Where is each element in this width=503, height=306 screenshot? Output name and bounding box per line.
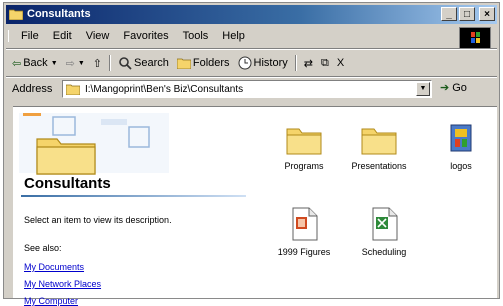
chevron-down-icon: ▼ (50, 59, 58, 67)
file-item-presentations[interactable]: Presentations (346, 125, 412, 171)
folders-icon (176, 58, 191, 69)
copy-to-button[interactable]: ⧉ (317, 57, 333, 70)
file-label: Programs (284, 161, 324, 171)
folders-button[interactable]: Folders (173, 57, 234, 69)
window-controls: _ □ × (441, 7, 495, 21)
file-label: Presentations (351, 161, 407, 171)
folder-banner-icon (19, 113, 169, 175)
history-icon (238, 56, 252, 70)
go-button[interactable]: ➔ Go (440, 81, 467, 95)
file-item-logos[interactable]: logos (431, 123, 491, 171)
move-to-icon: ⇄ (303, 57, 313, 70)
history-label: History (253, 57, 288, 69)
folder-icon (361, 128, 397, 155)
back-label: Back (23, 57, 48, 69)
move-to-button[interactable]: ⇄ (300, 57, 317, 70)
menu-edit[interactable]: Edit (46, 30, 79, 42)
excel-document-icon (372, 207, 398, 241)
menu-view[interactable]: View (79, 30, 117, 42)
file-label: logos (450, 161, 472, 171)
delete-button[interactable]: X (333, 57, 348, 69)
explorer-window: Consultants _ □ × File Edit View Favorit… (3, 2, 500, 306)
address-label: Address (12, 83, 53, 95)
link-my-network-places[interactable]: My Network Places (24, 279, 101, 289)
copy-to-icon: ⧉ (321, 56, 329, 69)
back-arrow-icon: ⇦ (12, 57, 22, 70)
folder-icon (9, 9, 23, 20)
window-title: Consultants (27, 8, 91, 20)
title-bar[interactable]: Consultants _ □ × (6, 5, 497, 24)
menu-bar: File Edit View Favorites Tools Help (8, 27, 459, 45)
menu-tools[interactable]: Tools (176, 30, 216, 42)
application-icon (450, 124, 472, 152)
chevron-down-icon: ▼ (77, 59, 85, 67)
close-button[interactable]: × (479, 7, 495, 21)
link-my-computer[interactable]: My Computer (24, 296, 78, 306)
toolbar-separator (109, 55, 111, 71)
folder-icon (66, 84, 80, 95)
file-label: 1999 Figures (277, 247, 331, 257)
delete-icon: X (336, 57, 345, 69)
folder-title: Consultants (24, 175, 111, 192)
go-label: Go (452, 81, 467, 94)
address-field[interactable]: I:\Mangoprint\Ben's Biz\Consultants ▼ (62, 80, 432, 98)
link-my-documents[interactable]: My Documents (24, 262, 84, 272)
chevron-down-icon[interactable]: ▼ (416, 82, 430, 96)
history-button[interactable]: History (234, 56, 292, 70)
file-item-1999-figures[interactable]: 1999 Figures (271, 207, 337, 257)
powerpoint-document-icon (292, 207, 318, 241)
go-arrow-icon: ➔ (440, 82, 450, 94)
minimize-button[interactable]: _ (441, 7, 457, 21)
toolbar-separator (294, 55, 297, 71)
title-divider (21, 195, 246, 197)
menu-file[interactable]: File (8, 30, 46, 42)
up-folder-icon: ⇧ (92, 57, 102, 70)
separator (6, 48, 497, 50)
file-label: Scheduling (361, 247, 407, 257)
menu-help[interactable]: Help (215, 30, 252, 42)
standard-toolbar: ⇦ Back ▼ ⇨ ▼ ⇧ Search Folders History ⇄ … (8, 52, 495, 74)
folder-content-area: Consultants Select an item to view its d… (13, 106, 497, 306)
back-button[interactable]: ⇦ Back ▼ (8, 57, 62, 70)
maximize-button[interactable]: □ (459, 7, 475, 21)
search-icon (119, 57, 132, 70)
file-item-programs[interactable]: Programs (271, 125, 337, 171)
folder-icon (286, 128, 322, 155)
address-bar: Address I:\Mangoprint\Ben's Biz\Consulta… (8, 79, 495, 101)
up-button[interactable]: ⇧ (89, 57, 106, 70)
address-path: I:\Mangoprint\Ben's Biz\Consultants (85, 84, 244, 95)
windows-logo-icon (459, 27, 491, 49)
file-item-scheduling[interactable]: Scheduling (351, 207, 417, 257)
forward-button[interactable]: ⇨ ▼ (62, 57, 89, 70)
search-label: Search (134, 57, 169, 69)
description-text: Select an item to view its description. (24, 215, 172, 225)
forward-arrow-icon: ⇨ (65, 57, 75, 70)
folders-label: Folders (192, 57, 230, 69)
see-also-label: See also: (24, 243, 62, 253)
search-button[interactable]: Search (114, 56, 173, 70)
separator (6, 76, 497, 78)
menu-favorites[interactable]: Favorites (116, 30, 175, 42)
